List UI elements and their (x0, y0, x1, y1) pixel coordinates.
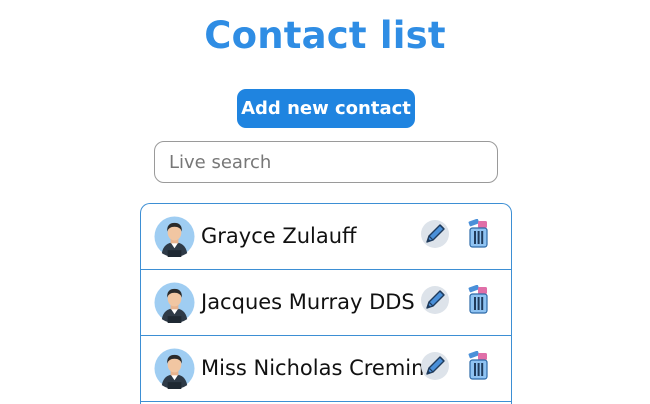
contact-row: Grayce Zulauff (141, 204, 511, 270)
contact-row: Jacques Murray DDS (141, 270, 511, 336)
pencil-icon[interactable] (420, 285, 450, 315)
live-search-input[interactable] (154, 141, 498, 183)
person-avatar-icon (154, 282, 195, 323)
contact-name: Grayce Zulauff (201, 224, 357, 248)
contact-list-page: Contact list Add new contact Grayce Zula… (0, 0, 650, 404)
person-avatar-icon (154, 348, 195, 389)
person-avatar-icon (154, 216, 195, 257)
contact-list: Grayce Zulauff Jacques Murray DDS Miss N… (140, 203, 512, 404)
pencil-icon[interactable] (420, 351, 450, 381)
trash-icon[interactable] (466, 219, 490, 249)
trash-icon[interactable] (466, 351, 490, 381)
contact-name: Jacques Murray DDS (201, 290, 415, 314)
pencil-icon[interactable] (420, 219, 450, 249)
add-new-contact-button[interactable]: Add new contact (237, 89, 415, 128)
contact-name: Miss Nicholas Cremin (201, 356, 425, 380)
contact-row: Miss Nicholas Cremin (141, 336, 511, 402)
page-title: Contact list (204, 14, 446, 57)
trash-icon[interactable] (466, 285, 490, 315)
